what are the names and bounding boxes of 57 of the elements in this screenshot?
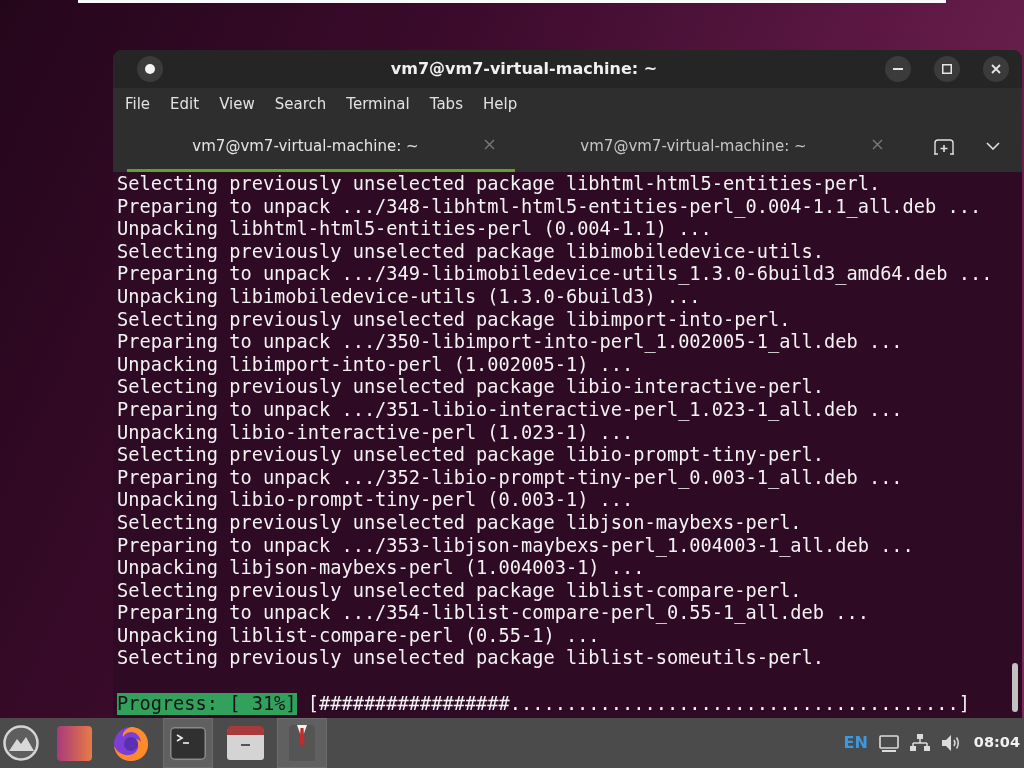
gradient-tile-icon[interactable] [56,725,92,761]
tab-close-icon[interactable] [484,139,495,150]
maximize-button[interactable] [934,56,960,82]
menu-item[interactable]: Edit [160,90,210,118]
terminal-line: Selecting previously unselected package libhtml-html5-entities-perl. [117,173,882,196]
progress-bar-text: [#################........................................] [307,692,970,716]
chevron-down-icon[interactable] [986,142,1000,150]
window-menu-button[interactable] [137,56,163,82]
terminal-line: Selecting previously unselected package libio-prompt-tiny-perl. [117,444,826,467]
scrollbar-thumb[interactable] [1012,663,1018,712]
flame-globe-icon[interactable] [112,724,150,762]
menu-item[interactable]: File [115,90,161,118]
mountain-launcher-icon[interactable] [3,725,39,761]
menu-item[interactable]: Terminal [336,90,420,118]
terminal-line: Preparing to unpack .../348-libhtml-html5-entities-perl_0.004-1.1_all.deb ... [117,195,983,219]
terminal-line: Unpacking libjson-maybexs-perl (1.004003-1) ... [117,557,646,580]
terminal-line: Unpacking libimport-into-perl (1.002005-1) ... [117,353,635,377]
close-icon [991,64,1001,74]
open-app-button[interactable] [163,718,213,768]
menu-item[interactable]: View [209,90,265,118]
terminal-line: Unpacking libio-interactive-perl (1.023-1) ... [117,421,635,445]
terminal-line: Unpacking libimobiledevice-utils (1.3.0-6build3) ... [117,285,702,309]
tab-close-icon[interactable] [872,139,883,150]
terminal-icon [170,726,206,760]
terminal-line: Unpacking libhtml-html5-entities-perl (0.004-1.1) ... [117,218,713,241]
terminal-line: Preparing to unpack .../354-liblist-compare-perl_0.55-1_all.deb ... [117,602,870,625]
terminal-line: Selecting previously unselected package liblist-compare-perl. [117,579,803,603]
terminal-line: Preparing to unpack .../353-libjson-maybexs-perl_1.004003-1_all.deb ... [117,534,915,558]
window-title: vm7@vm7-virtual-machine: ~ [389,58,659,80]
progress-label: Progress: [ 31%] [117,692,297,716]
volume-icon[interactable] [940,734,961,752]
terminal-line: Preparing to unpack .../351-libio-interactive-perl_1.023-1_all.deb ... [117,398,904,422]
maximize-icon [942,64,952,74]
monitor-icon[interactable] [878,734,899,752]
close-button[interactable] [983,56,1009,82]
network-icon[interactable] [909,734,930,752]
menu-item[interactable]: Search [264,90,337,118]
new-tab-icon[interactable] [934,137,954,155]
minimize-icon [893,68,903,70]
suit-tie-icon [286,725,318,761]
terminal-line: Preparing to unpack .../352-libio-prompt-tiny-perl_0.003-1_all.deb ... [117,466,904,490]
clock[interactable]: 08:04 [971,732,1020,754]
terminal-line: Selecting previously unselected package liblist-someutils-perl. [117,647,826,671]
minimize-button[interactable] [885,56,911,82]
terminal-line: Selecting previously unselected package libimobiledevice-utils. [117,240,826,264]
terminal-line: Preparing to unpack .../350-libimport-into-perl_1.002005-1_all.deb ... [117,331,904,354]
folder-icon[interactable] [226,726,264,760]
dot-icon [145,64,155,74]
terminal-line: Preparing to unpack .../349-libimobiledevice-utils_1.3.0-6build3_amd64.deb ... [117,263,994,286]
terminal-line: Selecting previously unselected package libjson-maybexs-perl. [117,511,803,535]
terminal-line: Unpacking liblist-compare-perl (0.55-1) ... [117,624,601,648]
terminal-line: Unpacking libio-prompt-tiny-perl (0.003-1) ... [117,489,635,512]
terminal-line: Selecting previously unselected package libio-interactive-perl. [117,376,826,399]
menu-item[interactable]: Help [472,90,528,118]
terminal-tab[interactable]: vm7@vm7-virtual-machine: ~ [515,120,903,172]
terminal-line: Selecting previously unselected package libimport-into-perl. [117,308,792,332]
menu-item[interactable]: Tabs [419,90,473,118]
